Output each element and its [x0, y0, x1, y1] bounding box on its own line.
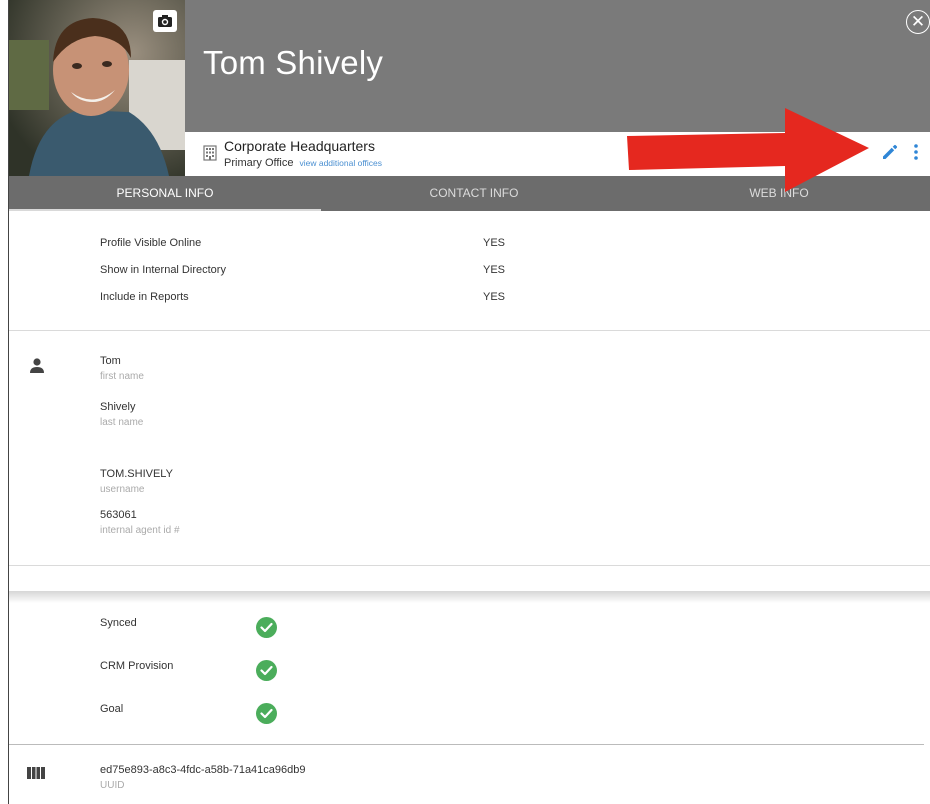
agent-id-value: 563061: [100, 509, 137, 521]
uuid-label: UUID: [100, 780, 125, 791]
vertical-dots-icon[interactable]: [913, 143, 919, 166]
status-label: Synced: [100, 617, 137, 629]
visibility-label: Show in Internal Directory: [100, 264, 226, 276]
visibility-label: Include in Reports: [100, 291, 189, 303]
avatar: [9, 0, 185, 176]
section-divider: [9, 565, 930, 566]
check-circle-icon: [256, 703, 277, 724]
view-additional-offices-link[interactable]: view additional offices: [299, 158, 382, 168]
close-icon[interactable]: ✕: [906, 10, 930, 34]
section-divider: [9, 744, 924, 745]
building-icon: [203, 145, 217, 166]
visibility-value: YES: [483, 264, 506, 276]
annotation-arrow-icon: [627, 106, 871, 201]
last-name-label: last name: [100, 417, 144, 428]
last-name-value: Shively: [100, 401, 136, 413]
username-label: username: [100, 484, 145, 495]
first-name-value: Tom: [100, 355, 121, 367]
check-circle-icon: [256, 617, 277, 638]
username-value: TOM.SHIVELY: [100, 468, 173, 480]
tab-personal-info[interactable]: PERSONAL INFO: [9, 176, 321, 211]
office-role-line: Primary Office view additional offices: [224, 157, 382, 169]
visibility-value: YES: [483, 291, 506, 303]
profile-name: Tom Shively: [203, 44, 384, 81]
check-circle-icon: [256, 660, 277, 681]
office-name: Corporate Headquarters: [224, 138, 375, 154]
camera-icon[interactable]: [153, 10, 177, 32]
first-name-label: first name: [100, 371, 144, 382]
office-role: Primary Office: [224, 157, 294, 169]
barcode-icon: [27, 766, 45, 784]
person-icon: [28, 357, 46, 380]
tab-contact-info[interactable]: CONTACT INFO: [321, 176, 627, 211]
status-label: CRM Provision: [100, 660, 174, 672]
visibility-label: Profile Visible Online: [100, 237, 202, 249]
uuid-value: ed75e893-a8c3-4fdc-a58b-71a41ca96db9: [100, 764, 306, 776]
status-label: Goal: [100, 703, 124, 715]
pencil-icon[interactable]: [880, 142, 900, 167]
section-divider: [9, 330, 930, 331]
visibility-value: YES: [483, 237, 506, 249]
profile-panel: Tom Shively ✕ Corporate Headquarters Pri…: [8, 0, 930, 804]
section-separator: [9, 591, 930, 603]
agent-id-label: internal agent id #: [100, 525, 180, 536]
